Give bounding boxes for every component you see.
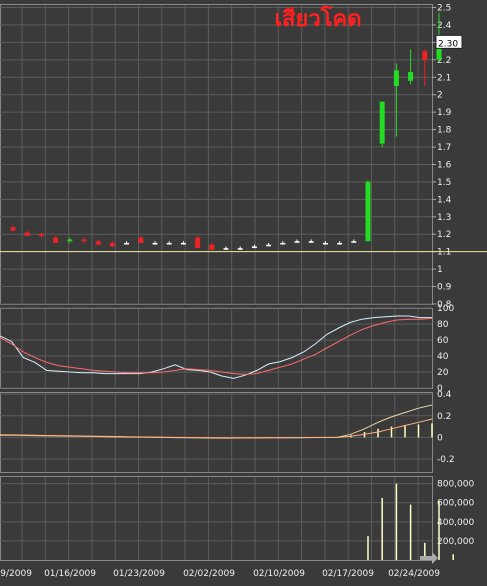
- stock-chart: 2.52.42.32.22.121.91.81.71.61.51.41.31.2…: [0, 0, 487, 582]
- candle-body: [365, 181, 371, 242]
- candle-body: [251, 246, 257, 248]
- stoch-d-line: [0, 317, 433, 375]
- stoch-tick-label: 20: [437, 368, 449, 378]
- candle-body: [337, 242, 343, 245]
- x-axis-date-label: 01/09/2009: [0, 569, 32, 579]
- candle-body: [138, 237, 144, 243]
- candle-body: [237, 248, 243, 250]
- x-axis-date-label: 02/10/2009: [253, 569, 305, 579]
- stoch-tick-label: 80: [437, 320, 449, 330]
- price-tick-label: 1.1: [437, 248, 451, 258]
- candle-body: [38, 234, 44, 236]
- volume-tick-label: 200,000: [437, 537, 474, 547]
- candle-body: [67, 239, 73, 242]
- stoch-tick-label: 100: [437, 304, 454, 314]
- price-tick-label: 2.1: [437, 73, 451, 83]
- x-axis-date-label: 02/17/2009: [322, 569, 374, 579]
- candle-body: [166, 242, 172, 245]
- price-tick-label: 1.6: [437, 160, 452, 170]
- macd-tick-label: -0.2: [437, 455, 455, 465]
- price-tick-label: 1: [437, 265, 443, 275]
- candle-body: [124, 242, 130, 245]
- candle-body: [81, 239, 87, 242]
- macd-line: [0, 404, 433, 439]
- candle-body: [393, 70, 399, 86]
- candle-body: [408, 72, 414, 81]
- x-axis-date-label: 02/02/2009: [183, 569, 235, 579]
- candle-body: [294, 241, 300, 243]
- chart-title: เสียวโคด: [274, 5, 361, 32]
- candle-body: [10, 227, 16, 231]
- stoch-k-line: [0, 315, 432, 379]
- price-tick-label: 1.5: [437, 178, 451, 188]
- candle-body: [422, 51, 428, 60]
- price-tick-label: 2.5: [437, 3, 451, 13]
- price-tick-label: 1.3: [437, 213, 451, 223]
- candle-body: [24, 232, 30, 236]
- pane-frame: [0, 4, 433, 305]
- x-axis-date-label: 02/24/2009: [388, 569, 440, 579]
- price-tick-label: 1.8: [437, 126, 452, 136]
- candle-body: [209, 244, 215, 250]
- stoch-tick-label: 60: [437, 336, 449, 346]
- macd-tick-label: 0.2: [437, 412, 451, 422]
- candle-body: [152, 242, 158, 245]
- candle-body: [95, 241, 101, 245]
- pane-frame: [0, 392, 433, 473]
- candle-body: [379, 101, 385, 144]
- candle-body: [53, 237, 59, 243]
- macd-signal-line: [0, 418, 433, 439]
- volume-tick-label: 800,000: [437, 480, 474, 490]
- price-tick-label: 1.7: [437, 143, 451, 153]
- x-axis-date-label: 01/16/2009: [44, 569, 96, 579]
- pane-frame: [0, 308, 433, 389]
- chart-canvas: 2.52.42.32.22.121.91.81.71.61.51.41.31.2…: [0, 3, 487, 579]
- candle-body: [308, 241, 314, 243]
- price-tick-label: 0.9: [437, 283, 452, 293]
- price-tick-label: 1.4: [437, 195, 452, 205]
- candle-body: [351, 241, 357, 243]
- scroll-right-icon: [420, 552, 438, 564]
- stoch-tick-label: 40: [437, 352, 449, 362]
- candle-body: [322, 242, 328, 245]
- volume-tick-label: 400,000: [437, 518, 474, 528]
- macd-tick-label: 0.4: [437, 390, 452, 400]
- macd-tick-label: 0: [437, 433, 443, 443]
- candle-body: [266, 244, 272, 247]
- candle-body: [109, 242, 115, 247]
- candle-body: [180, 242, 186, 245]
- candle-body: [223, 248, 229, 250]
- candle-body: [280, 242, 286, 245]
- price-tick-label: 1.9: [437, 108, 452, 118]
- price-tick-label: 1.2: [437, 230, 451, 240]
- last-price-label: 2.30: [438, 39, 458, 49]
- candle-body: [195, 237, 201, 249]
- price-tick-label: 2: [437, 91, 443, 101]
- volume-tick-label: 600,000: [437, 499, 474, 509]
- x-axis-date-label: 01/23/2009: [113, 569, 165, 579]
